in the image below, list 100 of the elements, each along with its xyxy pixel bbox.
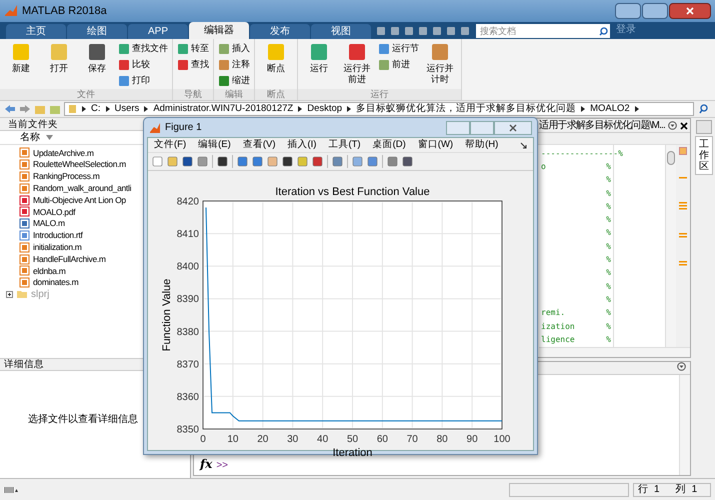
ribbon-button[interactable]: 打印 <box>118 74 168 87</box>
menu-item[interactable]: 帮助(H) <box>465 138 498 152</box>
ribbon-button[interactable]: 运行 <box>302 42 336 74</box>
ribbon-button[interactable]: 注释 <box>218 58 250 71</box>
x-tick-label: 30 <box>287 434 298 445</box>
address-field[interactable]: C: Users Administrator.WIN7U-20180127Z Desktop 多目标蚁狮优化算法，适用于求解多目标优化问题 MOALO2 <box>64 102 694 116</box>
menu-item[interactable]: 桌面(D) <box>372 138 406 152</box>
file-name[interactable]: dominates.m <box>33 276 78 289</box>
toolbar-icon[interactable] <box>182 156 193 167</box>
menu-item[interactable]: 查看(V) <box>242 138 276 152</box>
menu-item[interactable]: 工具(T) <box>328 138 361 152</box>
ribbon-group-label: 导航 <box>173 89 213 100</box>
ribbon-tab[interactable]: APP <box>128 24 188 39</box>
dropdown-icon[interactable] <box>668 121 677 130</box>
ribbon-button[interactable]: 插入 <box>218 42 250 55</box>
breadcrumb-arrow-icon[interactable] <box>298 106 302 112</box>
horizontal-scrollbar[interactable] <box>539 347 690 357</box>
ribbon-tab[interactable]: 绘图 <box>67 24 127 39</box>
file-name[interactable]: MALO.m <box>33 218 65 230</box>
ribbon-button[interactable]: 保存 <box>80 42 114 74</box>
path-segment[interactable]: Administrator.WIN7U-20180127Z <box>153 103 294 115</box>
dropdown-icon[interactable] <box>677 362 686 371</box>
ribbon-button[interactable]: 转至 <box>177 42 209 55</box>
file-name[interactable]: eldnba.m <box>33 264 66 277</box>
toolbar-icon[interactable] <box>402 156 413 167</box>
vertical-scrollbar[interactable] <box>665 145 676 347</box>
path-segment[interactable]: MOALO2 <box>590 103 630 115</box>
column-header[interactable]: 名称 <box>20 130 40 145</box>
ribbon-button[interactable]: 查找 <box>177 58 209 71</box>
ribbon-tab[interactable]: 编辑器 <box>189 22 249 39</box>
function-browser-button[interactable]: fx <box>200 455 212 473</box>
toolbar-icon[interactable] <box>312 156 323 167</box>
forward-arrow-icon[interactable] <box>19 104 31 114</box>
toolbar-icon[interactable] <box>282 156 293 167</box>
ribbon-button[interactable]: 前进 <box>378 58 419 71</box>
breadcrumb-arrow-icon[interactable] <box>634 106 639 112</box>
workspace-tab[interactable]: 工作区 <box>695 136 713 175</box>
ribbon-button[interactable]: 运行节 <box>378 42 419 55</box>
search-field[interactable]: 搜索文档 <box>476 24 596 38</box>
ribbon-tab[interactable]: 发布 <box>250 24 310 39</box>
file-name[interactable]: RankingProcess.m <box>33 170 100 182</box>
command-prompt: >> <box>216 459 228 473</box>
minimize-button[interactable] <box>615 3 641 19</box>
file-name[interactable]: HandleFullArchive.m <box>33 253 106 265</box>
ribbon-button[interactable]: 查找文件 <box>118 42 168 55</box>
ribbon-button[interactable]: 断点 <box>259 42 293 74</box>
close-icon[interactable] <box>680 122 688 130</box>
ribbon-button[interactable]: 运行并计时 <box>423 42 457 85</box>
login-button[interactable]: 登录 <box>616 22 636 37</box>
x-tick-label: 60 <box>376 434 388 445</box>
menu-item[interactable]: 插入(I) <box>287 138 316 152</box>
path-segment[interactable]: Users <box>114 103 140 115</box>
breadcrumb-arrow-icon[interactable] <box>82 106 86 112</box>
menu-item[interactable]: 窗口(W) <box>418 138 454 152</box>
breadcrumb-arrow-icon[interactable] <box>581 106 586 112</box>
ribbon-button[interactable]: 缩进 <box>218 74 250 87</box>
ribbon-button[interactable]: 运行并前进 <box>340 42 374 85</box>
search-button[interactable] <box>596 24 610 38</box>
file-name[interactable]: Random_walk_around_antli <box>33 182 132 194</box>
file-name[interactable]: Multi-Objecive Ant Lion Op <box>33 194 126 206</box>
file-name[interactable]: Introduction.rtf <box>33 230 83 242</box>
file-name[interactable]: MOALO.pdf <box>33 206 76 218</box>
path-segment[interactable]: C: <box>91 103 100 115</box>
vertical-scrollbar[interactable] <box>679 375 690 475</box>
back-arrow-icon[interactable] <box>4 104 16 114</box>
close-icon <box>686 7 694 15</box>
ribbon-button[interactable]: 打开 <box>42 42 76 74</box>
status-grip-icon[interactable] <box>4 486 18 494</box>
path-segment[interactable]: Desktop <box>307 103 342 115</box>
maximize-button[interactable] <box>642 3 668 19</box>
sort-caret-icon[interactable] <box>46 135 53 140</box>
file-name[interactable]: RouletteWheelSelection.m <box>33 158 126 171</box>
minimize-button[interactable] <box>446 120 470 134</box>
code-text: remi. <box>541 307 566 320</box>
scroll-thumb[interactable] <box>667 151 675 165</box>
dock-arrow-icon[interactable] <box>520 142 527 148</box>
column-label: 列 <box>676 483 686 497</box>
ribbon-group-label: 文件 <box>0 89 172 100</box>
file-icon <box>19 206 30 218</box>
menu-item[interactable]: 文件(F) <box>154 138 186 152</box>
maximize-button[interactable] <box>470 120 494 134</box>
expand-toggle-icon[interactable] <box>6 290 13 298</box>
breadcrumb-arrow-icon[interactable] <box>106 106 110 112</box>
warning-marker-icon <box>679 177 687 180</box>
breadcrumb-arrow-icon[interactable] <box>347 106 352 112</box>
ribbon-button[interactable]: 新建 <box>4 42 38 74</box>
file-name[interactable]: UpdateArchive.m <box>33 147 94 159</box>
menu-item[interactable]: 编辑(E) <box>198 138 231 152</box>
ribbon-tab[interactable]: 视图 <box>311 24 371 39</box>
close-button[interactable] <box>669 3 711 19</box>
folder-icon <box>68 104 77 114</box>
path-segment[interactable]: 多目标蚁狮优化算法，适用于求解多目标优化问题 <box>356 103 576 115</box>
close-button[interactable] <box>494 120 532 134</box>
file-name[interactable]: initialization.m <box>33 241 82 254</box>
comment-mark: % <box>606 188 611 200</box>
toolbar-icon[interactable] <box>217 156 228 167</box>
breadcrumb-arrow-icon[interactable] <box>144 106 148 112</box>
ribbon-tab[interactable]: 主页 <box>6 24 66 39</box>
warning-indicator <box>679 147 687 155</box>
ribbon-button[interactable]: 比较 <box>118 58 168 71</box>
